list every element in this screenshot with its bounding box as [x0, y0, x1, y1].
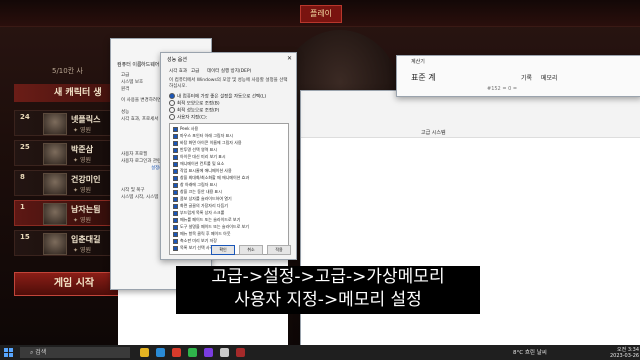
app-icon[interactable] — [204, 348, 213, 357]
tab-computer-name[interactable]: 컴퓨터 이름 — [117, 61, 142, 68]
option-checkbox[interactable]: 메뉴 항목 클릭 후 페이드 아웃 — [173, 231, 231, 237]
mode-label[interactable]: 표준 계 — [411, 72, 436, 83]
character-name: 남자는됨 — [71, 205, 101, 214]
visual-effects-list: Peek 사용 마우스 포인터 아래 그림자 표시 바탕 화면 아이콘 이름에 … — [169, 123, 289, 255]
radio-best-performance[interactable]: 최적 성능으로 조정(P) — [169, 107, 219, 114]
slot-info: 5/10칸 사 — [52, 67, 83, 75]
performance-desc: 시각 효과, 프로세서 일 — [121, 117, 164, 122]
character-class: ✦ 영원 — [73, 127, 91, 134]
section-performance: 성능 — [121, 110, 130, 115]
option-checkbox[interactable]: 창을 최대화/최소화할 때 애니메이션 효과 — [173, 175, 249, 181]
explorer-path[interactable]: 고급 시스템 — [421, 129, 446, 136]
option-checkbox[interactable]: 마우스 포인터 아래 그림자 표시 — [173, 133, 233, 139]
file-explorer-icon[interactable] — [140, 348, 149, 357]
option-checkbox[interactable]: 콤보 상자를 슬라이드하여 열기 — [173, 196, 232, 202]
close-icon[interactable]: ✕ — [287, 55, 292, 62]
character-portrait — [43, 143, 67, 165]
window-title: 계산기 — [411, 59, 425, 65]
explorer-header — [301, 91, 640, 138]
option-checkbox[interactable]: 창을 끄는 동안 내용 표시 — [173, 189, 222, 195]
subtitle-line-2: 사용자 지정->메모리 설정 — [234, 290, 422, 310]
tab-remote[interactable]: 원격 — [121, 86, 129, 92]
option-checkbox[interactable]: 바탕 화면 아이콘 이름에 그림자 사용 — [173, 140, 242, 146]
browser-icon[interactable] — [156, 348, 165, 357]
option-checkbox[interactable]: 화면 글꼴의 가장자리 다듬기 — [173, 203, 228, 209]
option-checkbox[interactable]: 반투명 선택 영역 표시 — [173, 147, 217, 153]
game-topbar: 플레이 — [0, 0, 640, 27]
character-level: 24 — [20, 113, 30, 121]
character-level: 8 — [20, 173, 25, 181]
user-profiles-desc: 사용자 로그인과 관련 — [121, 159, 162, 164]
dialog-title: 성능 옵션 — [167, 57, 187, 63]
tab-history[interactable]: 기록 — [521, 73, 532, 82]
tab-hardware[interactable]: 하드웨어 — [141, 61, 159, 68]
option-checkbox[interactable]: 애니메이션 컨트롤 및 요소 — [173, 161, 224, 167]
character-name: 건강미인 — [71, 175, 101, 184]
section-user-profiles: 사용자 프로필 — [121, 152, 148, 157]
section-startup-recovery: 시작 및 복구 — [121, 188, 145, 193]
option-checkbox[interactable]: 축소판 미리 보기 저장 — [173, 238, 217, 244]
character-level: 25 — [20, 143, 30, 151]
tab-visual-effects[interactable]: 시각 효과 — [169, 68, 187, 74]
character-name: 넷플릭스 — [71, 115, 101, 124]
character-portrait — [43, 203, 67, 225]
character-name: 박준삼 — [71, 145, 94, 154]
character-class: ✦ 영원 — [73, 187, 91, 194]
option-checkbox[interactable]: 도구 설명을 페이드 또는 슬라이드로 보기 — [173, 224, 249, 230]
character-level: 1 — [20, 203, 25, 211]
calculator-window: 계산기 표준 계 기록 메모리 #152 = 0 = — [396, 55, 640, 97]
tab-advanced[interactable]: 고급 — [121, 72, 129, 78]
character-name: 입춘대길 — [71, 235, 101, 244]
option-checkbox[interactable]: 작업 표시줄에 애니메이션 사용 — [173, 168, 232, 174]
startup-recovery-desc: 시스템 시작, 시스템 실 — [121, 195, 164, 200]
cancel-button[interactable]: 취소 — [239, 245, 263, 255]
radio-best-appearance[interactable]: 최적 모양으로 조정(B) — [169, 100, 220, 107]
app-icon[interactable] — [172, 348, 181, 357]
tab-memory[interactable]: 메모리 — [541, 73, 558, 82]
radio-custom[interactable]: 사용자 지정(C): — [169, 114, 207, 121]
tab-advanced[interactable]: 고급 — [191, 68, 199, 74]
option-checkbox[interactable]: 메뉴를 페이드 또는 슬라이드로 보기 — [173, 217, 240, 223]
character-class: ✦ 영원 — [73, 157, 91, 164]
subtitle-caption: 고급->설정->고급->가상메모리 사용자 지정->메모리 설정 — [176, 266, 480, 314]
radio-auto[interactable]: 내 컴퓨터에 가장 좋은 설정을 자동으로 선택(L) — [169, 93, 266, 100]
intro-text: 이 컴퓨터에서 Windows의 모양 및 성능에 사용할 설정을 선택하십시오… — [169, 78, 288, 89]
option-checkbox[interactable]: 창 아래에 그림자 표시 — [173, 182, 217, 188]
play-button[interactable]: 플레이 — [300, 5, 342, 23]
option-checkbox[interactable]: 부드럽게 목록 상자 스크롤 — [173, 210, 224, 216]
option-checkbox[interactable]: Peek 사용 — [173, 126, 198, 132]
history-entry: #152 = 0 = — [487, 86, 518, 92]
character-class: ✦ 영원 — [73, 217, 91, 224]
performance-options-dialog: 성능 옵션 ✕ 시각 효과 고급 데이터 실행 방지(DEP) 이 컴퓨터에서 … — [160, 52, 297, 260]
tab-dep[interactable]: 데이터 실행 방지(DEP) — [207, 68, 251, 74]
admin-note: 이 사용을 변경하려면 — [121, 98, 162, 103]
character-class: ✦ 영원 — [73, 247, 91, 254]
option-checkbox[interactable]: 아이콘 대신 미리 보기 표시 — [173, 154, 226, 160]
apply-button[interactable]: 적용 — [267, 245, 291, 255]
weather-widget[interactable]: 8°C 흐린 날씨 — [513, 348, 547, 356]
system-clock[interactable]: 오전 3:34 2023-03-26 — [610, 347, 639, 359]
clock-date: 2023-03-26 — [610, 353, 640, 359]
taskbar: ⌕ 검색 8°C 흐린 날씨 오전 3:34 2023-03-26 — [0, 345, 640, 360]
ok-button[interactable]: 확인 — [211, 245, 235, 255]
app-icon[interactable] — [220, 348, 229, 357]
character-portrait — [43, 233, 67, 255]
subtitle-line-1: 고급->설정->고급->가상메모리 — [211, 267, 445, 287]
taskbar-search[interactable]: ⌕ 검색 — [20, 347, 130, 358]
game-app-icon[interactable] — [236, 348, 245, 357]
character-portrait — [43, 173, 67, 195]
app-icon[interactable] — [188, 348, 197, 357]
character-portrait — [43, 113, 67, 135]
tab-system-protection[interactable]: 시스템 보호 — [121, 79, 143, 85]
character-level: 15 — [20, 233, 30, 241]
windows-start-icon[interactable] — [4, 348, 13, 357]
